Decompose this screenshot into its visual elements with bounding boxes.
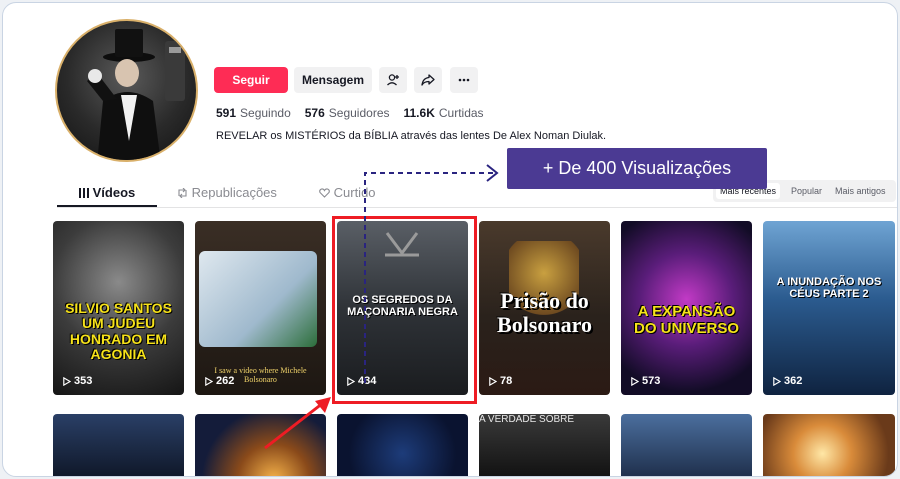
profile-page: Seguir Mensagem 591 Seguindo 576 Seguidore…: [2, 2, 898, 477]
annotation-arrows: [264, 164, 499, 450]
red-arrow-line: [264, 401, 324, 450]
red-arrow-head: [315, 397, 331, 413]
dashed-arrow-line: [364, 172, 493, 383]
